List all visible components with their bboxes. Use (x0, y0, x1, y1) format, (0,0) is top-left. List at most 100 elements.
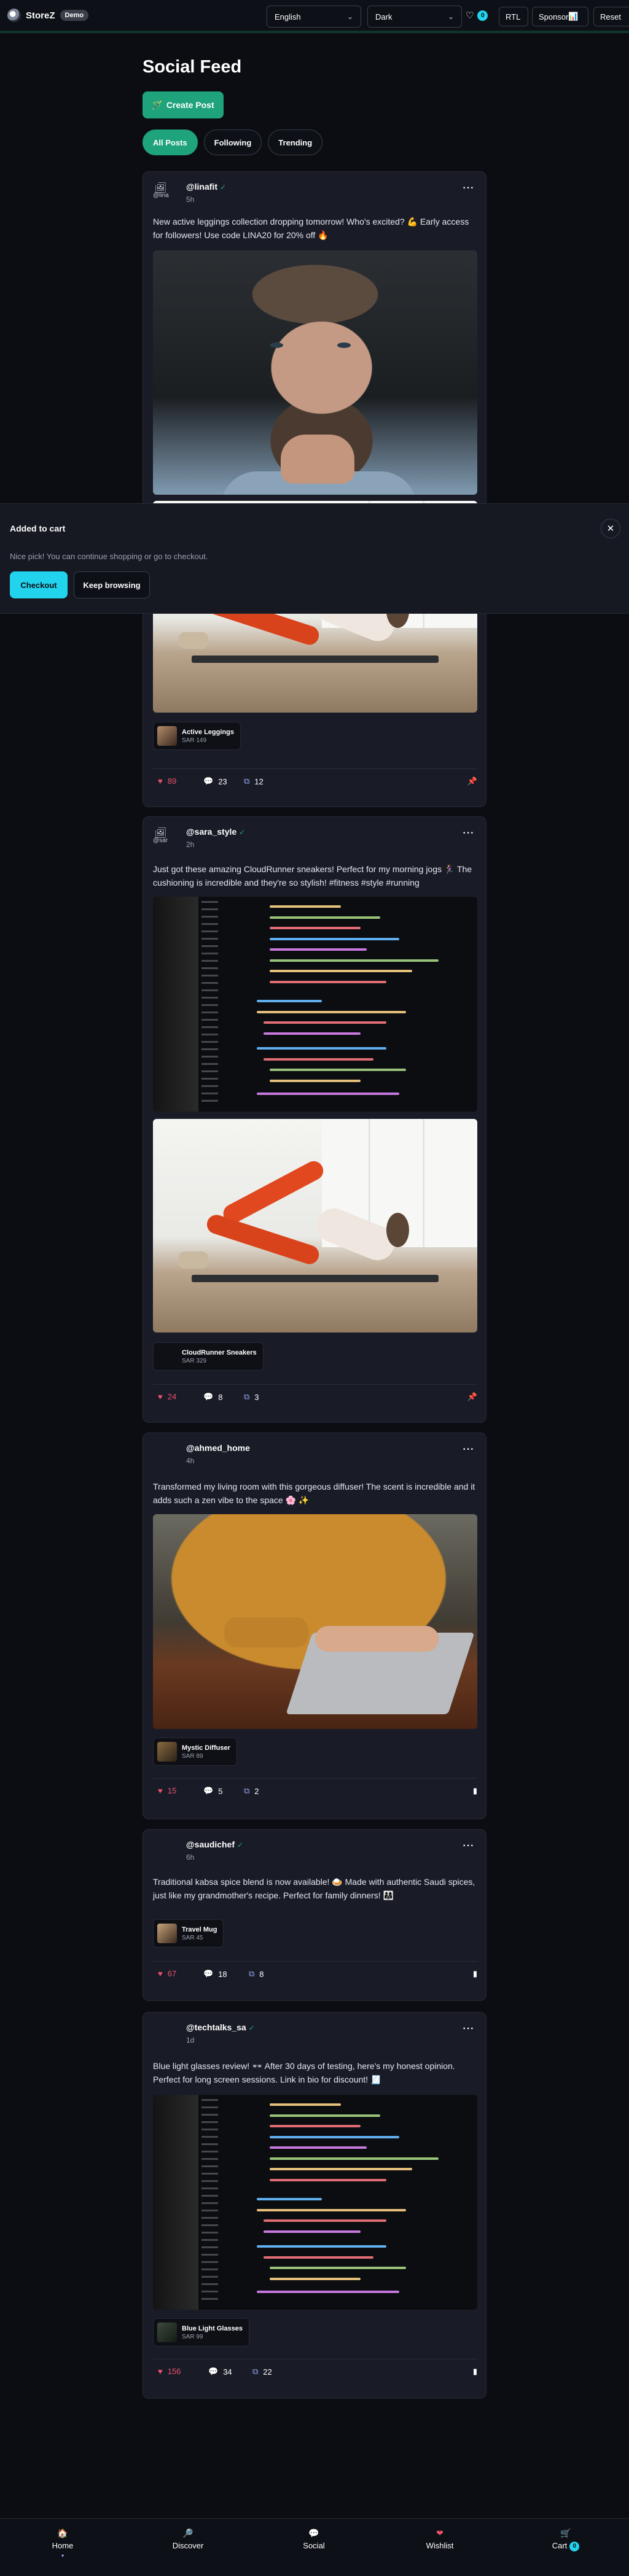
avatar[interactable] (153, 1442, 178, 1466)
post-username[interactable]: @linafit ✓ (186, 182, 226, 191)
code-line (256, 2245, 387, 2248)
username-text: @ahmed_home (186, 1443, 250, 1453)
like-button[interactable]: ♥ 156 (158, 2367, 181, 2376)
nav-discover[interactable]: 🔎 Discover (151, 2526, 225, 2550)
close-icon[interactable]: ✕ (601, 519, 620, 538)
comment-button[interactable]: 💬 18 (203, 1969, 227, 1979)
rtl-button[interactable]: RTL (499, 7, 528, 26)
theme-value: Dark (375, 12, 393, 21)
share-icon: ⧉ (244, 1392, 250, 1401)
save-button[interactable]: 📌 (467, 1392, 477, 1402)
post-username[interactable]: @sara_style ✓ (186, 827, 245, 837)
post-username[interactable]: @ahmed_home (186, 1443, 250, 1453)
theme-select[interactable]: Dark ⌄ (367, 6, 462, 28)
language-select[interactable]: English ⌄ (267, 6, 361, 28)
nav-wishlist[interactable]: ❤ Wishlist (403, 2526, 477, 2550)
post-username[interactable]: @techtalks_sa ✓ (186, 2022, 255, 2032)
product-name: Travel Mug (182, 1925, 217, 1933)
post-actions: ♥ 15 💬 5 ⧉ 2 ▮ (153, 1778, 477, 1803)
nav-home[interactable]: 🏠 Home ● (26, 2526, 100, 2558)
nav-label: Home (52, 2541, 74, 2550)
post-text: Blue light glasses review! 👓 After 30 da… (153, 2061, 455, 2084)
home-icon: 🏠 (57, 2528, 68, 2538)
product-price: SAR 329 (182, 1357, 207, 1364)
sleeve-shape (224, 1617, 309, 1647)
product-tag[interactable]: Travel Mug SAR 45 (153, 1919, 224, 1947)
avatar[interactable]: 🖼 @sar (153, 826, 178, 850)
product-tag[interactable]: Active Leggings SAR 149 (153, 722, 241, 750)
reset-button[interactable]: Reset (593, 7, 629, 26)
monitor-bezel-shape (153, 2095, 198, 2310)
post-image[interactable] (153, 250, 477, 495)
tab-all-posts[interactable]: All Posts (143, 130, 198, 155)
product-thumbnail (157, 1924, 177, 1943)
bookmark-icon: ▮ (472, 2367, 477, 2376)
save-button[interactable]: ▮ (473, 1786, 477, 1796)
post-card: @ahmed_home 4h ··· Transformed my living… (143, 1433, 486, 1819)
like-count: 89 (167, 776, 177, 786)
save-button[interactable]: ▮ (473, 1969, 477, 1979)
share-button[interactable]: ⧉ 12 (244, 776, 264, 786)
avatar[interactable]: 🖼 @lina (153, 180, 178, 205)
product-thumbnail (157, 2323, 177, 2342)
checkout-button[interactable]: Checkout (10, 571, 68, 598)
brand[interactable]: StoreZ Demo (7, 9, 89, 22)
code-line (270, 916, 380, 919)
more-options-button[interactable]: ··· (460, 828, 477, 841)
post-time: 6h (186, 1853, 195, 1862)
avatar[interactable] (153, 1838, 178, 1863)
post-actions: ♥ 67 💬 18 ⧉ 8 ▮ (153, 1961, 477, 1986)
keep-browsing-button[interactable]: Keep browsing (74, 571, 150, 598)
share-button[interactable]: ⧉ 22 (252, 2367, 272, 2377)
code-line (270, 2178, 387, 2181)
post-image[interactable] (153, 1514, 477, 1729)
more-options-button[interactable]: ··· (460, 2024, 477, 2037)
more-options-button[interactable]: ··· (460, 1841, 477, 1854)
code-line (256, 2290, 400, 2293)
save-button[interactable]: 📌 (467, 776, 477, 786)
comment-button[interactable]: 💬 34 (208, 2367, 232, 2377)
code-line (263, 2256, 374, 2259)
share-button[interactable]: ⧉ 3 (244, 1392, 259, 1402)
heart-icon: ♥ (158, 1392, 163, 1401)
post-image[interactable] (153, 2095, 477, 2310)
share-button[interactable]: ⧉ 8 (249, 1969, 264, 1979)
comment-button[interactable]: 💬 5 (203, 1786, 222, 1796)
like-button[interactable]: ♥ 15 (158, 1786, 176, 1795)
post-time: 1d (186, 2036, 195, 2044)
post-username[interactable]: @saudichef ✓ (186, 1839, 243, 1849)
product-price: SAR 89 (182, 1752, 203, 1760)
post-card: 🖼 @sar @sara_style ✓ 2h ··· Just got thes… (143, 816, 486, 1423)
nav-cart[interactable]: 🛒 Cart 0 (529, 2526, 603, 2551)
code-line (270, 959, 439, 962)
create-post-button[interactable]: 🪄 Create Post (143, 91, 224, 118)
code-line (270, 980, 387, 983)
like-button[interactable]: ♥ 67 (158, 1969, 176, 1978)
avatar[interactable] (153, 2021, 178, 2046)
active-indicator: ● (61, 2553, 64, 2558)
logo-icon (7, 9, 21, 22)
tab-trending[interactable]: Trending (268, 130, 323, 155)
like-button[interactable]: ♥ 24 (158, 1392, 176, 1401)
product-tag[interactable]: CloudRunner Sneakers SAR 329 (153, 1342, 264, 1371)
post-image[interactable] (153, 1119, 477, 1332)
more-options-button[interactable]: ··· (460, 1444, 477, 1458)
sponsor-button[interactable]: Sponsor 📊 (532, 7, 588, 26)
like-button[interactable]: ♥ 89 (158, 776, 176, 786)
post-image[interactable] (153, 897, 477, 1112)
post-time: 4h (186, 1456, 195, 1465)
tab-following[interactable]: Following (203, 130, 262, 155)
comment-icon: 💬 (203, 1392, 214, 1401)
product-tag[interactable]: Mystic Diffuser SAR 89 (153, 1738, 237, 1766)
more-options-button[interactable]: ··· (460, 183, 477, 196)
nav-social[interactable]: 💬 Social (277, 2526, 351, 2550)
comment-button[interactable]: 💬 23 (203, 776, 227, 786)
wishlist-indicator[interactable]: ♡ 0 (466, 10, 488, 21)
product-tag[interactable]: Blue Light Glasses SAR 99 (153, 2318, 250, 2346)
top-bar: StoreZ Demo English ⌄ Dark ⌄ ♡ 0 RTL Spo… (0, 0, 629, 33)
comment-icon: 💬 (208, 2367, 219, 2376)
comment-button[interactable]: 💬 8 (203, 1392, 222, 1402)
nav-label: Wishlist (426, 2541, 454, 2550)
save-button[interactable]: ▮ (473, 2367, 477, 2377)
share-button[interactable]: ⧉ 2 (244, 1786, 259, 1796)
